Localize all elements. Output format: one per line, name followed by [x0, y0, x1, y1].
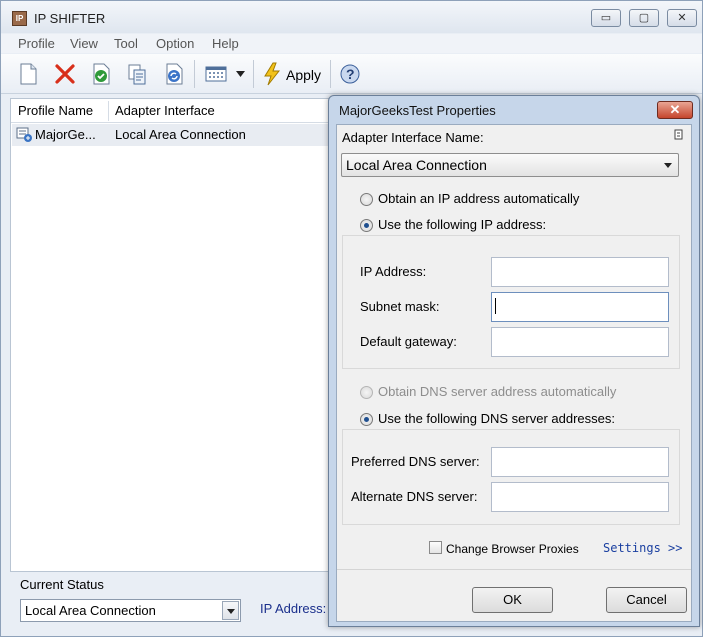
ip-address-field-label: IP Address:: [360, 264, 427, 279]
check-icon[interactable]: [89, 62, 113, 86]
new-icon[interactable]: [16, 62, 40, 86]
window-title: IP SHIFTER: [34, 11, 106, 26]
ip-auto-radio[interactable]: [360, 193, 373, 206]
status-adapter-select[interactable]: Local Area Connection: [20, 599, 241, 622]
cancel-button[interactable]: Cancel: [606, 587, 687, 613]
cell-profile-name: MajorGe...: [35, 127, 96, 142]
properties-dialog: MajorGeeksTest Properties ✕ Adapter Inte…: [328, 95, 700, 627]
status-dropdown-button[interactable]: [222, 601, 239, 620]
list-header: Profile Name Adapter Interface: [11, 99, 331, 123]
menu-help[interactable]: Help: [212, 36, 239, 51]
adapter-select-value: Local Area Connection: [346, 157, 487, 173]
toolbar-separator: [253, 60, 254, 88]
pin-icon[interactable]: [674, 129, 683, 140]
dns-auto-radio[interactable]: [360, 386, 373, 399]
ok-button[interactable]: OK: [472, 587, 553, 613]
cell-adapter: Local Area Connection: [115, 127, 246, 142]
adapter-select[interactable]: Local Area Connection: [341, 153, 679, 177]
menu-tool[interactable]: Tool: [114, 36, 138, 51]
dns-settings-group: Preferred DNS server: Alternate DNS serv…: [342, 429, 680, 525]
dns-auto-label[interactable]: Obtain DNS server address automatically: [378, 384, 616, 399]
ip-manual-label[interactable]: Use the following IP address:: [378, 217, 546, 232]
view-icon[interactable]: [204, 62, 228, 86]
dialog-close-button[interactable]: ✕: [657, 101, 693, 119]
current-status-label: Current Status: [20, 577, 104, 592]
change-proxies-label[interactable]: Change Browser Proxies: [446, 542, 579, 556]
menu-profile[interactable]: Profile: [18, 36, 55, 51]
default-gateway-input[interactable]: [491, 327, 669, 357]
chevron-down-icon: [664, 163, 672, 168]
network-profile-icon: [16, 127, 32, 142]
text-caret: [495, 298, 496, 314]
column-adapter-interface[interactable]: Adapter Interface: [115, 103, 215, 118]
preferred-dns-input[interactable]: [491, 447, 669, 477]
profile-list: Profile Name Adapter Interface MajorGe..…: [10, 98, 331, 572]
toolbar-separator: [194, 60, 195, 88]
svg-text:?: ?: [346, 66, 355, 82]
subnet-mask-label: Subnet mask:: [360, 299, 440, 314]
dialog-title: MajorGeeksTest Properties: [339, 103, 496, 118]
delete-icon[interactable]: [53, 62, 77, 86]
change-proxies-checkbox[interactable]: [429, 541, 442, 554]
app-icon: IP: [12, 11, 27, 26]
view-dropdown-icon[interactable]: [236, 71, 245, 77]
refresh-icon[interactable]: [162, 62, 186, 86]
menu-option[interactable]: Option: [156, 36, 194, 51]
menu-view[interactable]: View: [70, 36, 98, 51]
ip-manual-radio[interactable]: [360, 219, 373, 232]
minimize-button[interactable]: ▭: [591, 9, 621, 27]
button-divider: [337, 569, 691, 570]
dns-manual-label[interactable]: Use the following DNS server addresses:: [378, 411, 615, 426]
toolbar: Apply ?: [1, 54, 702, 94]
ip-settings-group: IP Address: Subnet mask: Default gateway…: [342, 235, 680, 369]
preferred-dns-label: Preferred DNS server:: [351, 454, 480, 469]
dialog-body: Adapter Interface Name: Local Area Conne…: [336, 124, 692, 622]
settings-link[interactable]: Settings >>: [603, 541, 682, 555]
default-gateway-label: Default gateway:: [360, 334, 457, 349]
alternate-dns-input[interactable]: [491, 482, 669, 512]
subnet-mask-input[interactable]: [491, 292, 669, 322]
column-profile-name[interactable]: Profile Name: [18, 103, 93, 118]
toolbar-separator: [330, 60, 331, 88]
lightning-icon[interactable]: [261, 62, 283, 86]
maximize-button[interactable]: ▢: [629, 9, 659, 27]
table-row[interactable]: MajorGe... Local Area Connection: [12, 124, 330, 146]
menu-bar: Profile View Tool Option Help: [1, 34, 702, 53]
adapter-name-label: Adapter Interface Name:: [342, 130, 484, 145]
copy-icon[interactable]: [125, 62, 149, 86]
chevron-down-icon: [227, 609, 235, 614]
ip-auto-label[interactable]: Obtain an IP address automatically: [378, 191, 579, 206]
status-adapter-value: Local Area Connection: [25, 603, 156, 618]
title-bar: IP IP SHIFTER ▭ ▢ ✕: [1, 1, 702, 33]
apply-button[interactable]: Apply: [286, 67, 321, 83]
dns-manual-radio[interactable]: [360, 413, 373, 426]
ip-address-status-label: IP Address:: [260, 601, 327, 616]
column-divider[interactable]: [108, 101, 109, 121]
close-button[interactable]: ✕: [667, 9, 697, 27]
alternate-dns-label: Alternate DNS server:: [351, 489, 478, 504]
ip-address-input[interactable]: [491, 257, 669, 287]
help-icon[interactable]: ?: [338, 62, 362, 86]
